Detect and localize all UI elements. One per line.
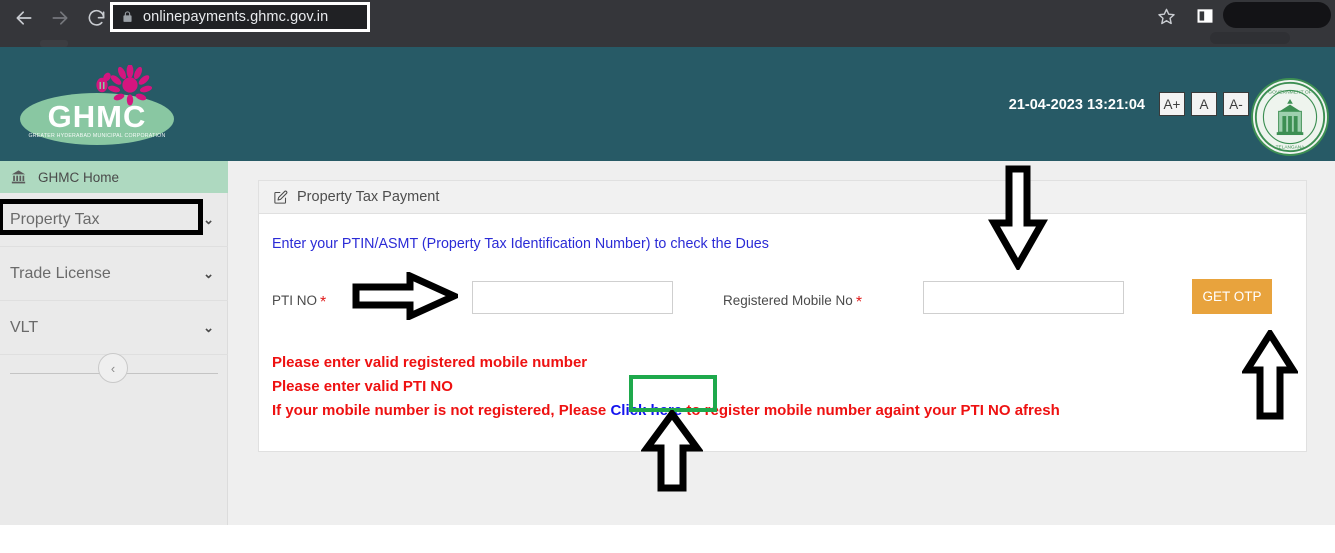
- forward-button[interactable]: [44, 2, 76, 34]
- required-asterisk: *: [855, 294, 863, 311]
- required-asterisk: *: [320, 294, 327, 311]
- error-text-after: to register mobile number againt your PT…: [682, 402, 1060, 419]
- back-button[interactable]: [8, 2, 40, 34]
- side-panel-button[interactable]: [1193, 4, 1217, 28]
- address-bar-url: onlinepayments.ghmc.gov.in: [143, 9, 329, 25]
- telangana-emblem: GOVERNMENT OF TELANGANA: [1251, 78, 1329, 156]
- telangana-emblem-icon: GOVERNMENT OF TELANGANA: [1254, 81, 1326, 153]
- panel-header: Property Tax Payment: [259, 181, 1306, 214]
- sidebar: GHMC Home Property Tax ⌄ Trade License ⌄…: [0, 161, 228, 525]
- chevron-down-icon: ⌄: [203, 265, 214, 281]
- sidebar-item-trade-license[interactable]: Trade License ⌄: [0, 247, 228, 301]
- error-text-before: If your mobile number is not registered,…: [272, 402, 611, 419]
- font-increase-button[interactable]: A+: [1159, 92, 1185, 116]
- instruction-text: Enter your PTIN/ASMT (Property Tax Ident…: [272, 236, 769, 252]
- tab-strip-remnant: [40, 40, 68, 47]
- bookmark-button[interactable]: [1148, 1, 1184, 31]
- sidebar-home-label: GHMC Home: [38, 169, 120, 185]
- header-right: 21-04-2023 13:21:04 A+ A A- GOVERNMENT O…: [1009, 47, 1335, 161]
- error-messages: Please enter valid registered mobile num…: [272, 351, 1292, 423]
- chevron-down-icon: ⌄: [203, 211, 214, 227]
- property-tax-payment-panel: Property Tax Payment Enter your PTIN/ASM…: [258, 180, 1307, 452]
- pti-no-label: PTI NO *: [272, 293, 327, 311]
- browser-toolbar: onlinepayments.ghmc.gov.in: [0, 0, 1335, 47]
- ghmc-logo[interactable]: GHMC GREATER HYDERABAD MUNICIPAL CORPORA…: [20, 65, 174, 145]
- svg-text:TELANGANA: TELANGANA: [1276, 144, 1306, 150]
- get-otp-button[interactable]: GET OTP: [1192, 279, 1272, 314]
- page-body: GHMC Home Property Tax ⌄ Trade License ⌄…: [0, 161, 1335, 525]
- pti-no-input[interactable]: [472, 281, 673, 314]
- reload-icon: [88, 9, 104, 26]
- svg-text:GOVERNMENT OF: GOVERNMENT OF: [1268, 89, 1311, 95]
- forward-arrow-icon: [52, 11, 68, 25]
- registered-mobile-label: Registered Mobile No *: [723, 293, 863, 311]
- site-header: GHMC GREATER HYDERABAD MUNICIPAL CORPORA…: [0, 47, 1335, 161]
- sidebar-item-property-tax[interactable]: Property Tax ⌄: [0, 193, 228, 247]
- font-normal-button[interactable]: A: [1191, 92, 1217, 116]
- sidebar-collapse-button[interactable]: ‹: [98, 353, 128, 383]
- logo-text: GHMC: [47, 99, 147, 134]
- panel-title: Property Tax Payment: [297, 189, 440, 205]
- otp-form-row: PTI NO * Registered Mobile No * GET OTP: [259, 279, 1308, 325]
- error-mobile: Please enter valid registered mobile num…: [272, 354, 588, 371]
- browser-nav-buttons: [8, 2, 112, 34]
- error-register-mobile: If your mobile number is not registered,…: [272, 399, 1292, 423]
- sidebar-item-trade-license-label: Trade License: [10, 264, 111, 282]
- edit-square-icon: [274, 190, 288, 204]
- logo-subtitle: GREATER HYDERABAD MUNICIPAL CORPORATION: [28, 133, 166, 139]
- redacted-bookmark-area: [1210, 32, 1290, 44]
- back-arrow-icon: [16, 11, 32, 25]
- browser-actions: [1135, 0, 1335, 47]
- error-pti: Please enter valid PTI NO: [272, 378, 453, 395]
- bank-icon: [11, 170, 26, 184]
- reload-button[interactable]: [80, 2, 112, 34]
- sidebar-item-property-tax-label: Property Tax: [10, 210, 100, 228]
- registered-mobile-input[interactable]: [923, 281, 1124, 314]
- star-icon: [1157, 8, 1175, 24]
- sidebar-item-vlt-label: VLT: [10, 318, 39, 336]
- sidebar-item-ghmc-home[interactable]: GHMC Home: [0, 161, 228, 193]
- font-decrease-button[interactable]: A-: [1223, 92, 1249, 116]
- lock-icon: [123, 11, 132, 22]
- datetime-display: 21-04-2023 13:21:04: [1008, 97, 1145, 113]
- font-size-controls: A+ A A-: [1159, 92, 1249, 116]
- side-panel-icon: [1197, 9, 1213, 23]
- redacted-profile-area: [1223, 2, 1331, 28]
- sidebar-collapse-row: ‹: [0, 353, 228, 393]
- address-bar[interactable]: onlinepayments.ghmc.gov.in: [110, 2, 370, 32]
- sidebar-item-vlt[interactable]: VLT ⌄: [0, 301, 228, 355]
- chevron-down-icon: ⌄: [203, 319, 214, 335]
- click-here-link[interactable]: Click here: [610, 402, 682, 419]
